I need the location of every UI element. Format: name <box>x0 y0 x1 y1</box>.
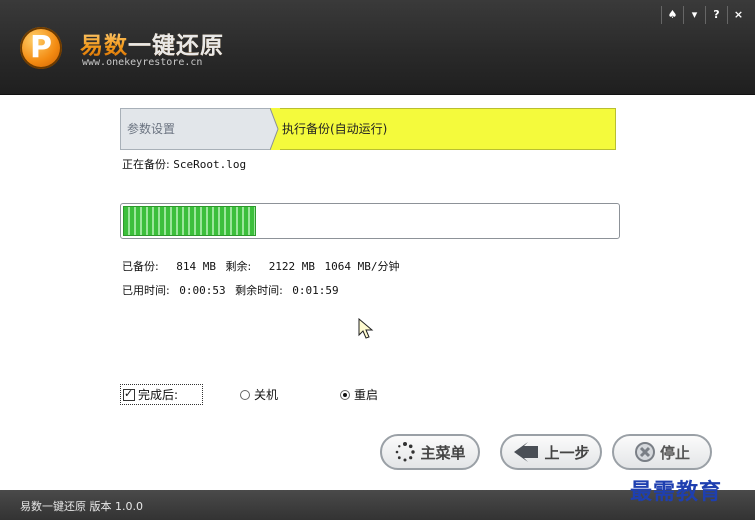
radio-restart-label: 重启 <box>354 388 379 402</box>
backup-progress-bar <box>120 203 620 239</box>
step-parameter-settings: 参数设置 <box>120 108 280 150</box>
window-controls: ♠ ▾ ? × <box>661 6 749 24</box>
remaining-time-label: 剩余时间: <box>235 284 283 297</box>
current-file-name: SceRoot.log <box>173 158 247 171</box>
menu-dropdown-icon[interactable]: ▾ <box>683 6 705 24</box>
step-execute-backup: 执行备份(自动运行) <box>278 108 616 150</box>
logo-letter: P <box>30 30 52 65</box>
size-stats: 已备份: 814 MB 剩余: 2122 MB 1064 MB/分钟 <box>122 258 406 274</box>
main-menu-button[interactable]: 主菜单 <box>380 434 480 470</box>
main-menu-label: 主菜单 <box>420 443 466 462</box>
elapsed-time-value: 0:00:53 <box>179 284 226 297</box>
app-logo-icon: P <box>20 27 62 69</box>
current-file-label: 正在备份: <box>122 158 170 171</box>
back-arrow-icon <box>512 442 540 462</box>
close-icon[interactable]: × <box>727 6 749 24</box>
skin-icon[interactable]: ♠ <box>661 6 683 24</box>
backed-up-label: 已备份: <box>122 260 159 273</box>
elapsed-time-label: 已用时间: <box>122 284 170 297</box>
step-separator-arrow <box>270 108 280 150</box>
previous-step-button[interactable]: 上一步 <box>500 434 602 470</box>
stop-button[interactable]: 停止 <box>612 434 712 470</box>
mouse-pointer-icon <box>358 318 374 339</box>
spinner-icon <box>394 441 416 463</box>
app-title-rest: 一键还原 <box>128 33 224 59</box>
after-completion-checkbox[interactable]: 完成后: <box>120 384 204 405</box>
app-url: www.onekeyrestore.cn <box>82 57 203 68</box>
stop-label: 停止 <box>659 443 690 462</box>
remaining-value: 2122 MB <box>268 260 316 273</box>
step-indicator: 参数设置 执行备份(自动运行) <box>120 108 616 150</box>
remaining-label: 剩余: <box>225 260 252 273</box>
version-text: 易数一键还原 版本 1.0.0 <box>20 500 143 513</box>
radio-shutdown-icon[interactable] <box>240 389 250 400</box>
help-icon[interactable]: ? <box>705 6 727 24</box>
checkbox-checked-icon[interactable] <box>123 387 135 401</box>
previous-step-label: 上一步 <box>544 443 590 462</box>
speed-value: 1064 MB/分钟 <box>324 260 400 273</box>
radio-shutdown-label: 关机 <box>254 388 279 402</box>
after-completion-label: 完成后: <box>138 388 179 402</box>
stop-icon <box>634 441 656 463</box>
app-title-first: 易数 <box>80 33 128 59</box>
app-title: 易数一键还原 <box>80 26 224 60</box>
radio-shutdown[interactable]: 关机 <box>240 386 278 403</box>
remaining-time-value: 0:01:59 <box>292 284 339 297</box>
current-file-line: 正在备份: SceRoot.log <box>122 156 246 172</box>
backed-up-value: 814 MB <box>176 260 216 273</box>
time-stats: 已用时间: 0:00:53 剩余时间: 0:01:59 <box>122 282 345 298</box>
radio-restart-icon[interactable] <box>340 389 350 400</box>
progress-fill <box>123 206 257 236</box>
radio-restart[interactable]: 重启 <box>340 386 378 403</box>
app-header: P 易数一键还原 www.onekeyrestore.cn ♠ ▾ ? × <box>0 0 755 95</box>
watermark-text: 最需教育 <box>630 479 723 505</box>
